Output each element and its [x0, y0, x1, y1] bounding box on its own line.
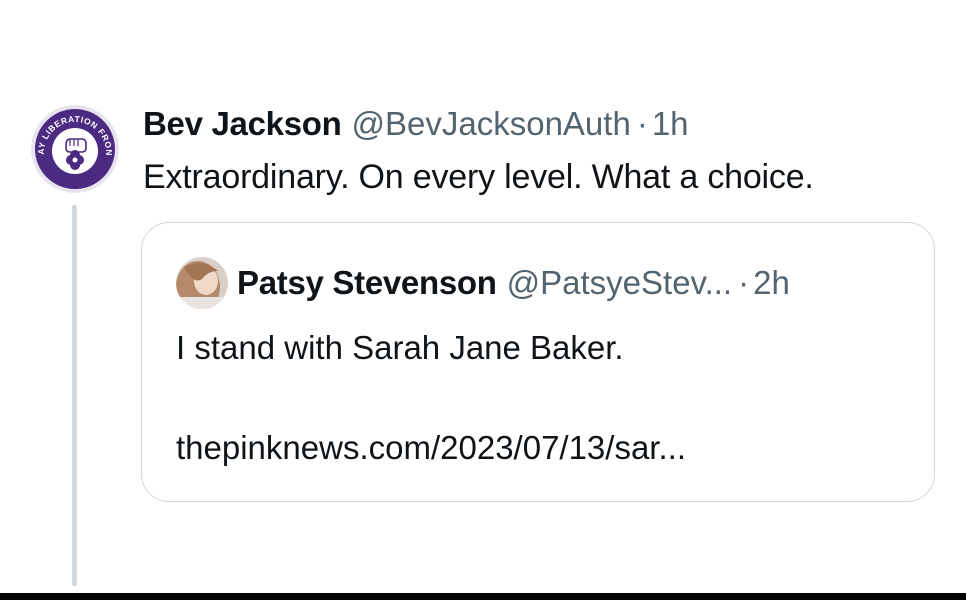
quoted-tweet-card[interactable]: Patsy Stevenson @PatsyeStev... · 2h I st… [141, 222, 935, 502]
author-avatar[interactable]: GAY LIBERATION FRONT [31, 105, 119, 193]
separator-dot: · [636, 105, 648, 142]
quoted-tweet-text: I stand with Sarah Jane Baker. [176, 329, 624, 366]
quoted-tweet-link[interactable]: thepinknews.com/2023/07/13/sar... [176, 427, 686, 469]
quoted-author-avatar[interactable] [176, 257, 228, 309]
gay-liberation-front-badge-icon: GAY LIBERATION FRONT [31, 105, 119, 193]
quoted-tweet-header: Patsy Stevenson @PatsyeStev... · 2h [237, 263, 790, 303]
quoted-author-name[interactable]: Patsy Stevenson [237, 263, 497, 303]
quoted-tweet-timestamp[interactable]: 2h [753, 263, 790, 303]
quoted-author-handle[interactable]: @PatsyeStev... [507, 263, 732, 303]
author-name[interactable]: Bev Jackson [143, 104, 342, 144]
tweet[interactable]: GAY LIBERATION FRONT Bev Jackson @BevJac… [0, 0, 966, 593]
profile-photo-icon [176, 257, 228, 309]
author-handle[interactable]: @BevJacksonAuth [352, 104, 631, 144]
quoted-separator-dot: · [738, 264, 750, 301]
tweet-header: Bev Jackson @BevJacksonAuth · 1h [143, 104, 689, 144]
tweet-timestamp[interactable]: 1h [652, 104, 689, 144]
tweet-text: Extraordinary. On every level. What a ch… [143, 158, 814, 196]
thread-line [72, 205, 77, 586]
bottom-edge-bar [0, 593, 966, 600]
